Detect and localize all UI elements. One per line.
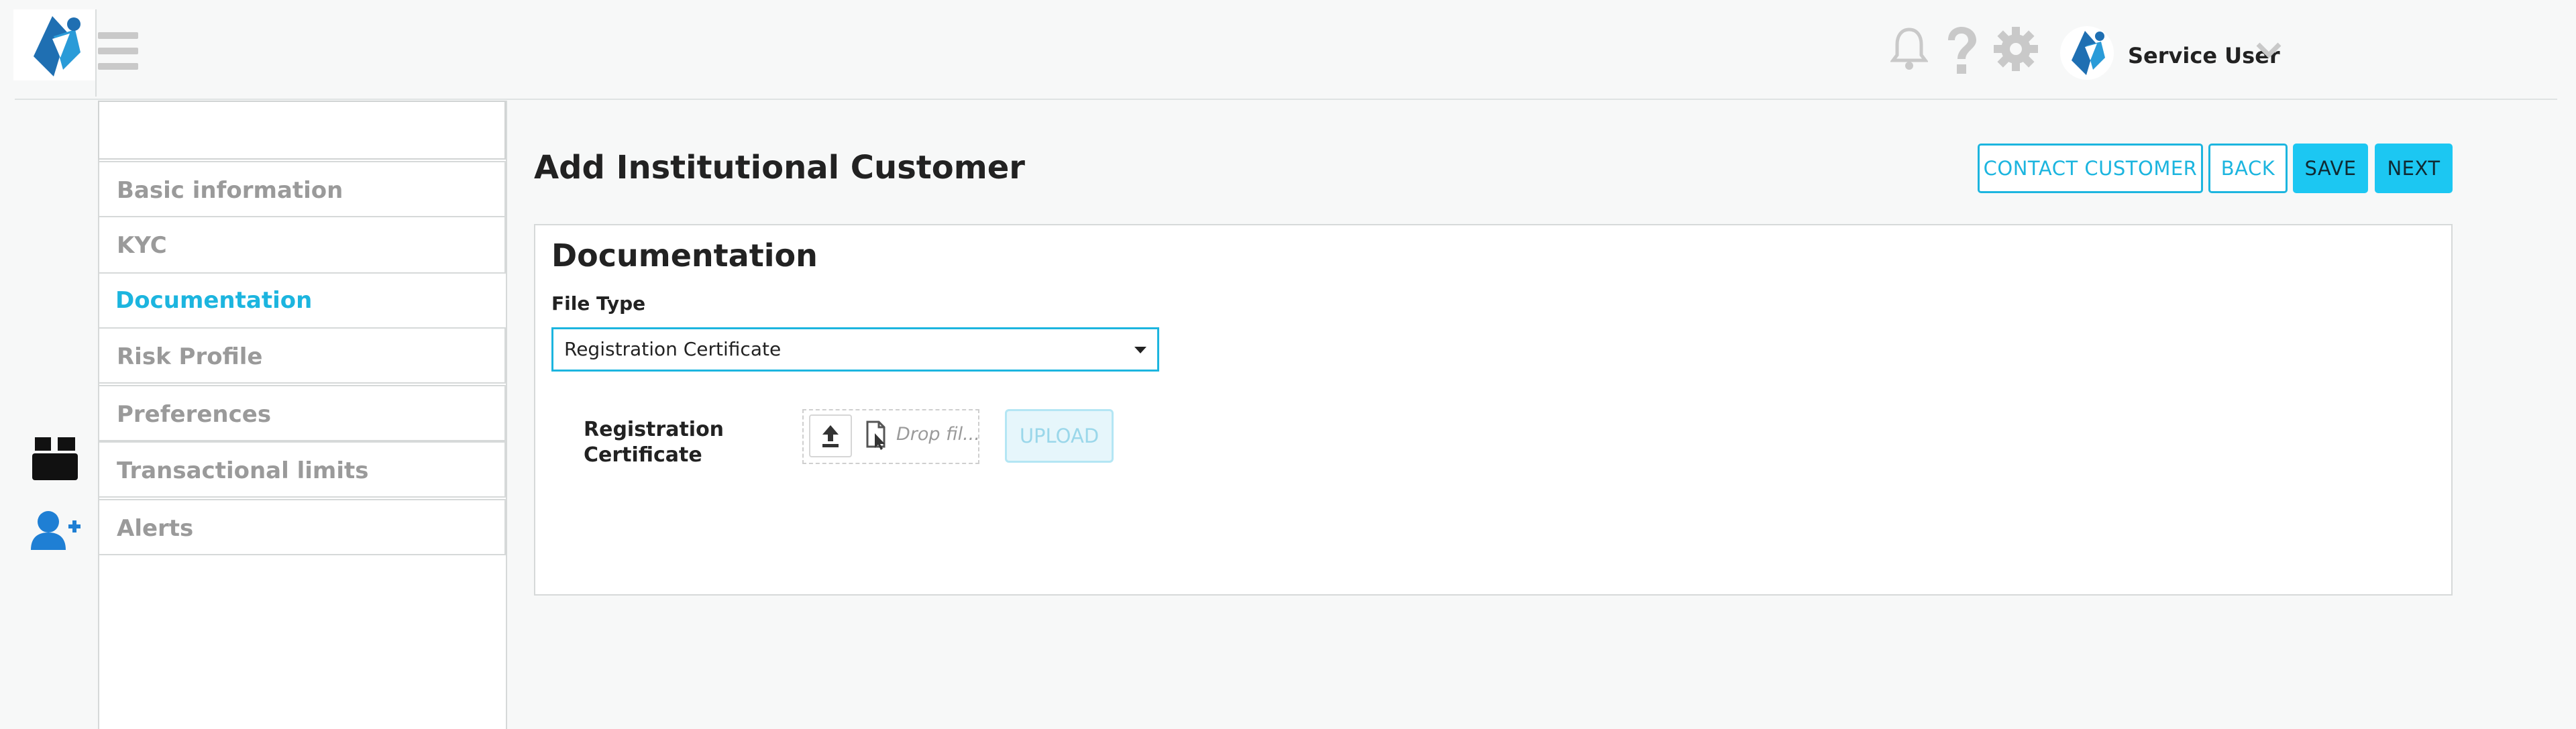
document-label: Registration Certificate [584,418,724,467]
caret-down-icon [1134,347,1146,353]
side-nav-search[interactable] [98,101,506,160]
sidebar-item-risk-profile[interactable]: Risk Profile [98,327,506,384]
box-icon[interactable] [31,433,79,482]
sidebar-item-preferences[interactable]: Preferences [98,385,506,441]
file-type-label: File Type [551,292,646,315]
back-button[interactable]: BACK [2208,144,2288,193]
header-divider [15,99,2557,100]
user-avatar-icon[interactable] [2059,25,2114,80]
bell-icon[interactable] [1890,25,1928,74]
logo-icon [34,16,80,76]
file-type-value: Registration Certificate [564,338,782,360]
sidebar-item-documentation[interactable]: Documentation [98,272,506,329]
menu-icon[interactable] [98,32,138,70]
file-type-select[interactable]: Registration Certificate [551,327,1159,372]
sidebar-item-transactional-limits[interactable]: Transactional limits [98,441,506,498]
sidebar-item-kyc[interactable]: KYC [98,217,506,274]
save-button[interactable]: SAVE [2293,144,2368,193]
help-icon[interactable] [1941,25,1982,76]
contact-customer-button[interactable]: CONTACT CUSTOMER [1978,144,2203,193]
header-divider [95,9,97,97]
app-logo[interactable] [13,9,97,80]
sidebar-item-basic-information[interactable]: Basic information [98,161,506,217]
chevron-down-icon[interactable] [2255,40,2282,60]
upload-button[interactable]: UPLOAD [1005,409,1114,463]
sidebar-item-alerts[interactable]: Alerts [98,499,506,555]
add-user-icon[interactable] [31,510,82,551]
upload-icon [822,425,839,447]
choose-file-button[interactable] [809,414,852,457]
next-button[interactable]: NEXT [2375,144,2453,193]
file-pointer-icon [866,420,885,450]
gear-icon[interactable] [1992,25,2039,72]
drop-files-hint: Drop fil... [896,424,980,445]
section-title: Documentation [551,237,818,274]
page-title: Add Institutional Customer [534,149,1025,186]
